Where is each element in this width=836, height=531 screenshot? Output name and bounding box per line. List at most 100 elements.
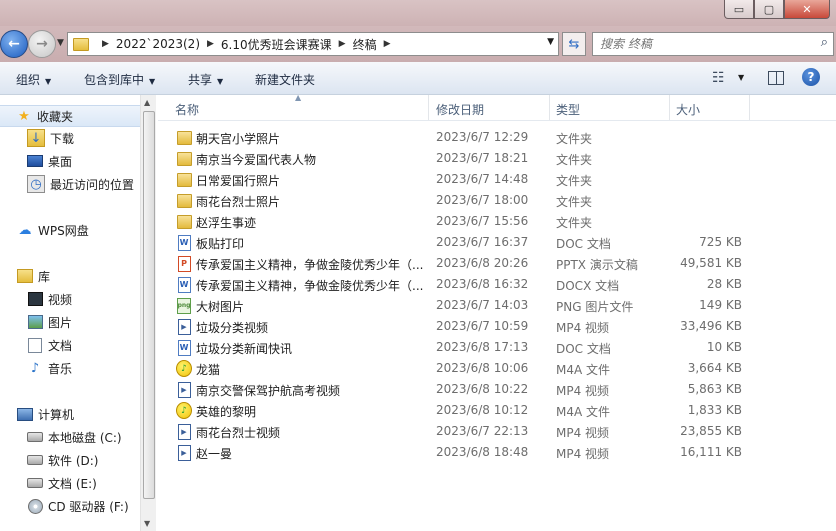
file-row[interactable]: W 传承爱国主义精神，争做金陵优秀少年（... 2023/6/8 16:32 DOCX… xyxy=(168,274,758,295)
nav-item-desktop[interactable]: 桌面 xyxy=(27,151,72,171)
file-name: 雨花台烈士照片 xyxy=(196,195,281,209)
nav-favorites[interactable]: ★ 收藏夹 xyxy=(0,105,156,127)
column-header-name[interactable]: 名称 xyxy=(175,101,199,118)
column-divider[interactable] xyxy=(669,95,670,120)
view-options-icon[interactable]: ☷ xyxy=(712,70,725,86)
hard-disk-icon xyxy=(27,432,43,442)
nav-computer[interactable]: 计算机 xyxy=(17,404,74,424)
file-row[interactable]: ▶ 雨花台烈士视频 2023/6/7 22:13 MP4 视频 23,855 KB xyxy=(168,421,758,442)
m4a-icon: ♪ xyxy=(176,360,192,377)
column-divider[interactable] xyxy=(428,95,429,120)
file-row[interactable]: ▶ 南京交警保驾护航高考视频 2023/6/8 10:22 MP4 视频 5,863 K… xyxy=(168,379,758,400)
file-row[interactable]: ♪ 龙猫 2023/6/8 10:06 M4A 文件 3,664 KB xyxy=(168,358,758,379)
nav-item-downloads[interactable]: ↓ 下载 xyxy=(27,128,74,148)
file-date: 2023/6/7 16:37 xyxy=(436,235,529,249)
star-icon: ★ xyxy=(18,108,30,124)
png-icon: png xyxy=(176,297,192,314)
nav-item-drive-f[interactable]: CD 驱动器 (F:) xyxy=(27,496,129,516)
share-button[interactable]: 共享 ▼ xyxy=(188,71,223,88)
file-type: PNG 图片文件 xyxy=(556,300,634,314)
file-size: 725 KB xyxy=(699,235,742,249)
nav-wps-drive[interactable]: ☁ WPS网盘 xyxy=(17,220,89,240)
navigation-scrollbar[interactable]: ▲ ▼ xyxy=(140,95,156,531)
file-row[interactable]: 雨花台烈士照片 2023/6/7 18:00 文件夹 xyxy=(168,190,758,211)
include-in-library-button[interactable]: 包含到库中 ▼ xyxy=(84,71,155,88)
nav-item-recent[interactable]: ◷ 最近访问的位置 xyxy=(27,174,134,194)
file-name: 垃圾分类视频 xyxy=(196,321,269,335)
scroll-down-icon[interactable]: ▼ xyxy=(144,519,150,528)
column-header-type[interactable]: 类型 xyxy=(556,101,580,118)
file-name: 大树图片 xyxy=(196,300,245,314)
hard-disk-icon xyxy=(27,455,43,465)
search-box[interactable]: ⌕ xyxy=(592,32,834,56)
file-type: PPTX 演示文稿 xyxy=(556,258,638,272)
file-type: MP4 视频 xyxy=(556,447,610,461)
library-icon xyxy=(17,269,33,283)
file-row[interactable]: ▶ 垃圾分类视频 2023/6/7 10:59 MP4 视频 33,496 KB xyxy=(168,316,758,337)
file-name: 板贴打印 xyxy=(196,237,245,251)
chevron-right-icon[interactable]: ▶ xyxy=(384,39,391,49)
file-name: 传承爱国主义精神，争做金陵优秀少年（... xyxy=(196,258,424,272)
history-dropdown-icon[interactable]: ▼ xyxy=(57,38,64,48)
cloud-icon: ☁ xyxy=(18,222,32,238)
breadcrumb-item[interactable]: 2022`2023(2) xyxy=(116,37,200,51)
chevron-right-icon[interactable]: ▶ xyxy=(339,39,346,49)
refresh-button[interactable]: ⇆ xyxy=(562,32,586,56)
file-size: 28 KB xyxy=(706,277,742,291)
chevron-right-icon[interactable]: ▶ xyxy=(102,39,109,49)
organize-button[interactable]: 组织 ▼ xyxy=(16,71,51,88)
column-header-date[interactable]: 修改日期 xyxy=(436,101,484,118)
file-row[interactable]: ▶ 赵一曼 2023/6/8 18:48 MP4 视频 16,111 KB xyxy=(168,442,758,463)
file-row[interactable]: 日常爱国行照片 2023/6/7 14:48 文件夹 xyxy=(168,169,758,190)
scrollbar-thumb[interactable] xyxy=(143,111,155,499)
nav-item-videos[interactable]: 视频 xyxy=(27,289,72,309)
file-row[interactable]: ♪ 英雄的黎明 2023/6/8 10:12 M4A 文件 1,833 KB xyxy=(168,400,758,421)
chevron-right-icon[interactable]: ▶ xyxy=(207,39,214,49)
breadcrumb-item[interactable]: 6.10优秀班会课赛课 xyxy=(221,36,332,53)
nav-item-pictures[interactable]: 图片 xyxy=(27,312,72,332)
file-row[interactable]: 南京当今爱国代表人物 2023/6/7 18:21 文件夹 xyxy=(168,148,758,169)
file-row[interactable]: P 传承爱国主义精神，争做金陵优秀少年（... 2023/6/8 20:26 PPTX… xyxy=(168,253,758,274)
minimize-button[interactable]: ▭ xyxy=(724,0,754,19)
m4a-icon: ♪ xyxy=(176,402,192,419)
column-divider[interactable] xyxy=(749,95,750,120)
back-button[interactable]: ← xyxy=(0,30,28,58)
nav-item-music[interactable]: ♪ 音乐 xyxy=(27,358,72,378)
maximize-button[interactable]: ▢ xyxy=(754,0,784,19)
file-type: DOCX 文档 xyxy=(556,279,620,293)
file-row[interactable]: 赵浮生事迹 2023/6/7 15:56 文件夹 xyxy=(168,211,758,232)
forward-button[interactable]: → xyxy=(28,30,56,58)
preview-pane-icon[interactable] xyxy=(768,71,784,85)
file-row[interactable]: 朝天宫小学照片 2023/6/7 12:29 文件夹 xyxy=(168,127,758,148)
column-header-size[interactable]: 大小 xyxy=(676,101,700,118)
nav-item-drive-c[interactable]: 本地磁盘 (C:) xyxy=(27,427,122,447)
column-divider[interactable] xyxy=(549,95,550,120)
mp4-icon: ▶ xyxy=(176,444,192,461)
new-folder-button[interactable]: 新建文件夹 xyxy=(255,71,315,88)
address-bar[interactable]: ▶ 2022`2023(2) ▶ 6.10优秀班会课赛课 ▶ 终稿 ▶ ▼ xyxy=(67,32,559,56)
folder-icon xyxy=(73,37,89,51)
file-date: 2023/6/7 15:56 xyxy=(436,214,529,228)
nav-libraries[interactable]: 库 xyxy=(17,266,50,286)
search-icon[interactable]: ⌕ xyxy=(821,35,828,50)
file-date: 2023/6/8 10:12 xyxy=(436,403,529,417)
nav-item-documents[interactable]: 文档 xyxy=(27,335,72,355)
file-row[interactable]: W 板贴打印 2023/6/7 16:37 DOC 文档 725 KB xyxy=(168,232,758,253)
nav-item-drive-e[interactable]: 文档 (E:) xyxy=(27,473,97,493)
cd-drive-icon xyxy=(27,498,43,514)
file-row[interactable]: W 垃圾分类新闻快讯 2023/6/8 17:13 DOC 文档 10 KB xyxy=(168,337,758,358)
file-name: 传承爱国主义精神，争做金陵优秀少年（... xyxy=(196,279,424,293)
search-input[interactable] xyxy=(593,36,802,52)
file-row[interactable]: png 大树图片 2023/6/7 14:03 PNG 图片文件 149 KB xyxy=(168,295,758,316)
chevron-down-icon[interactable]: ▼ xyxy=(738,73,744,82)
scroll-up-icon[interactable]: ▲ xyxy=(144,98,150,107)
file-size: 23,855 KB xyxy=(680,424,742,438)
doc-icon: W xyxy=(176,339,192,356)
help-icon[interactable]: ? xyxy=(802,68,820,86)
nav-item-drive-d[interactable]: 软件 (D:) xyxy=(27,450,98,470)
close-button[interactable]: ✕ xyxy=(784,0,830,19)
title-bar: ▭ ▢ ✕ xyxy=(0,0,836,26)
breadcrumb-item[interactable]: 终稿 xyxy=(353,36,377,53)
address-dropdown-icon[interactable]: ▼ xyxy=(547,37,554,47)
file-date: 2023/6/8 18:48 xyxy=(436,445,529,459)
